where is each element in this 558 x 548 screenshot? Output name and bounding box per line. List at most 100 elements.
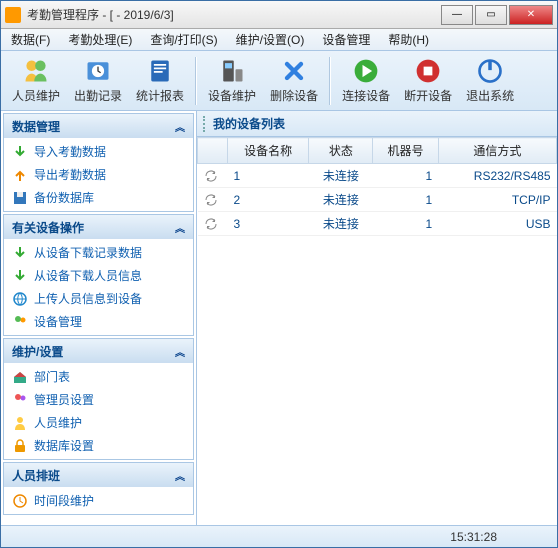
window-buttons: ― ▭ ✕ <box>441 5 553 25</box>
tb-people[interactable]: 人员维护 <box>5 54 67 108</box>
db-setting[interactable]: 数据库设置 <box>4 434 193 457</box>
chevron-up-icon: ︽ <box>175 344 185 359</box>
acc-hdr-maint[interactable]: 维护/设置 ︽ <box>4 339 193 363</box>
grip-icon <box>203 116 207 132</box>
tb-connect[interactable]: 连接设备 <box>335 54 397 108</box>
cell-name: 2 <box>228 188 309 212</box>
cell-name: 1 <box>228 164 309 188</box>
backup-label: 备份数据库 <box>34 189 94 206</box>
menu-query[interactable]: 查询/打印(S) <box>146 29 221 50</box>
upload-personnel[interactable]: 上传人员信息到设备 <box>4 287 193 310</box>
col-status[interactable]: 状态 <box>309 138 373 164</box>
tb-exit[interactable]: 退出系统 <box>459 54 521 108</box>
house-icon <box>12 369 28 385</box>
dl-records[interactable]: 从设备下载记录数据 <box>4 241 193 264</box>
dl-personnel[interactable]: 从设备下载人员信息 <box>4 264 193 287</box>
personnel-label: 人员维护 <box>34 414 82 431</box>
people-small-icon <box>12 314 28 330</box>
down-arrow-icon <box>12 245 28 261</box>
tb-device-label: 设备维护 <box>208 87 256 104</box>
col-comm[interactable]: 通信方式 <box>438 138 556 164</box>
disk-icon <box>12 190 28 206</box>
tb-delete[interactable]: 删除设备 <box>263 54 325 108</box>
acc-items-maint: 部门表 管理员设置 人员维护 数据库设置 <box>4 363 193 459</box>
backup-db[interactable]: 备份数据库 <box>4 186 193 209</box>
export-attendance[interactable]: 导出考勤数据 <box>4 163 193 186</box>
stop-icon <box>414 57 442 85</box>
tb-report-label: 统计报表 <box>136 87 184 104</box>
col-icon[interactable] <box>198 138 228 164</box>
sidebar: 数据管理 ︽ 导入考勤数据 导出考勤数据 备份数据库 有关设备操作︽ 从设备下载记… <box>1 111 197 525</box>
menu-help[interactable]: 帮助(H) <box>384 29 433 50</box>
tb-device[interactable]: 设备维护 <box>201 54 263 108</box>
device-mgmt-label: 设备管理 <box>34 313 82 330</box>
globe-icon <box>12 291 28 307</box>
chevron-up-icon: ︽ <box>175 468 185 483</box>
person-icon <box>12 415 28 431</box>
acc-hdr-shift-label: 人员排班 <box>12 467 60 484</box>
device-mgmt[interactable]: 设备管理 <box>4 310 193 333</box>
close-button[interactable]: ✕ <box>509 5 553 25</box>
menu-attendance[interactable]: 考勤处理(E) <box>64 29 136 50</box>
import-label: 导入考勤数据 <box>34 143 106 160</box>
table-row[interactable]: 2未连接1TCP/IP <box>198 188 557 212</box>
timeslot-label: 时间段维护 <box>34 492 94 509</box>
cell-comm: USB <box>438 212 556 236</box>
right-tab-label: 我的设备列表 <box>213 115 285 132</box>
acc-maint: 维护/设置 ︽ 部门表 管理员设置 人员维护 数据库设置 <box>3 338 194 460</box>
refresh-icon <box>204 169 218 183</box>
menu-device[interactable]: 设备管理 <box>318 29 374 50</box>
app-icon <box>5 7 21 23</box>
cell-status: 未连接 <box>309 212 373 236</box>
menu-maint[interactable]: 维护/设置(O) <box>232 29 309 50</box>
acc-hdr-maint-label: 维护/设置 <box>12 343 63 360</box>
tb-clock[interactable]: 出勤记录 <box>67 54 129 108</box>
col-mid[interactable]: 机器号 <box>373 138 438 164</box>
device-table: 设备名称 状态 机器号 通信方式 1未连接1RS232/RS485 2未连接1T… <box>197 137 557 236</box>
tb-disconnect-label: 断开设备 <box>404 87 452 104</box>
chevron-up-icon: ︽ <box>175 220 185 235</box>
clock-icon <box>84 57 112 85</box>
chevron-up-icon: ︽ <box>175 119 185 134</box>
cell-status: 未连接 <box>309 188 373 212</box>
db-label: 数据库设置 <box>34 437 94 454</box>
tb-delete-label: 删除设备 <box>270 87 318 104</box>
acc-hdr-data-label: 数据管理 <box>12 118 60 135</box>
tb-connect-label: 连接设备 <box>342 87 390 104</box>
timeslot-maint[interactable]: 时间段维护 <box>4 489 193 512</box>
device-icon <box>218 57 246 85</box>
lock-icon <box>12 438 28 454</box>
dept-label: 部门表 <box>34 368 70 385</box>
import-attendance[interactable]: 导入考勤数据 <box>4 140 193 163</box>
title-bar: 考勤管理程序 - [ - 2019/6/3] ― ▭ ✕ <box>1 1 557 29</box>
acc-data-mgmt: 数据管理 ︽ 导入考勤数据 导出考勤数据 备份数据库 <box>3 113 194 212</box>
personnel-maint[interactable]: 人员维护 <box>4 411 193 434</box>
acc-items-data: 导入考勤数据 导出考勤数据 备份数据库 <box>4 138 193 211</box>
right-tab[interactable]: 我的设备列表 <box>197 111 557 137</box>
acc-hdr-data[interactable]: 数据管理 ︽ <box>4 114 193 138</box>
toolbar-sep-1 <box>195 57 197 105</box>
tb-people-label: 人员维护 <box>12 87 60 104</box>
acc-hdr-shift[interactable]: 人员排班 ︽ <box>4 463 193 487</box>
app-window: 考勤管理程序 - [ - 2019/6/3] ― ▭ ✕ 数据(F) 考勤处理(… <box>0 0 558 548</box>
dl-personnel-label: 从设备下载人员信息 <box>34 267 142 284</box>
admin-setting[interactable]: 管理员设置 <box>4 388 193 411</box>
minimize-button[interactable]: ― <box>441 5 473 25</box>
admin-label: 管理员设置 <box>34 391 94 408</box>
tb-report[interactable]: 统计报表 <box>129 54 191 108</box>
dept-table[interactable]: 部门表 <box>4 365 193 388</box>
down-arrow-icon <box>12 268 28 284</box>
right-panel: 我的设备列表 设备名称 状态 机器号 通信方式 1未连接1RS232/RS485… <box>197 111 557 525</box>
table-row[interactable]: 1未连接1RS232/RS485 <box>198 164 557 188</box>
acc-items-device: 从设备下载记录数据 从设备下载人员信息 上传人员信息到设备 设备管理 <box>4 239 193 335</box>
acc-items-shift: 时间段维护 <box>4 487 193 514</box>
cell-mid: 1 <box>373 212 438 236</box>
toolbar-sep-2 <box>329 57 331 105</box>
acc-hdr-device[interactable]: 有关设备操作︽ <box>4 215 193 239</box>
down-arrow-icon <box>12 144 28 160</box>
tb-disconnect[interactable]: 断开设备 <box>397 54 459 108</box>
maximize-button[interactable]: ▭ <box>475 5 507 25</box>
menu-data[interactable]: 数据(F) <box>7 29 54 50</box>
table-row[interactable]: 3未连接1USB <box>198 212 557 236</box>
col-name[interactable]: 设备名称 <box>228 138 309 164</box>
